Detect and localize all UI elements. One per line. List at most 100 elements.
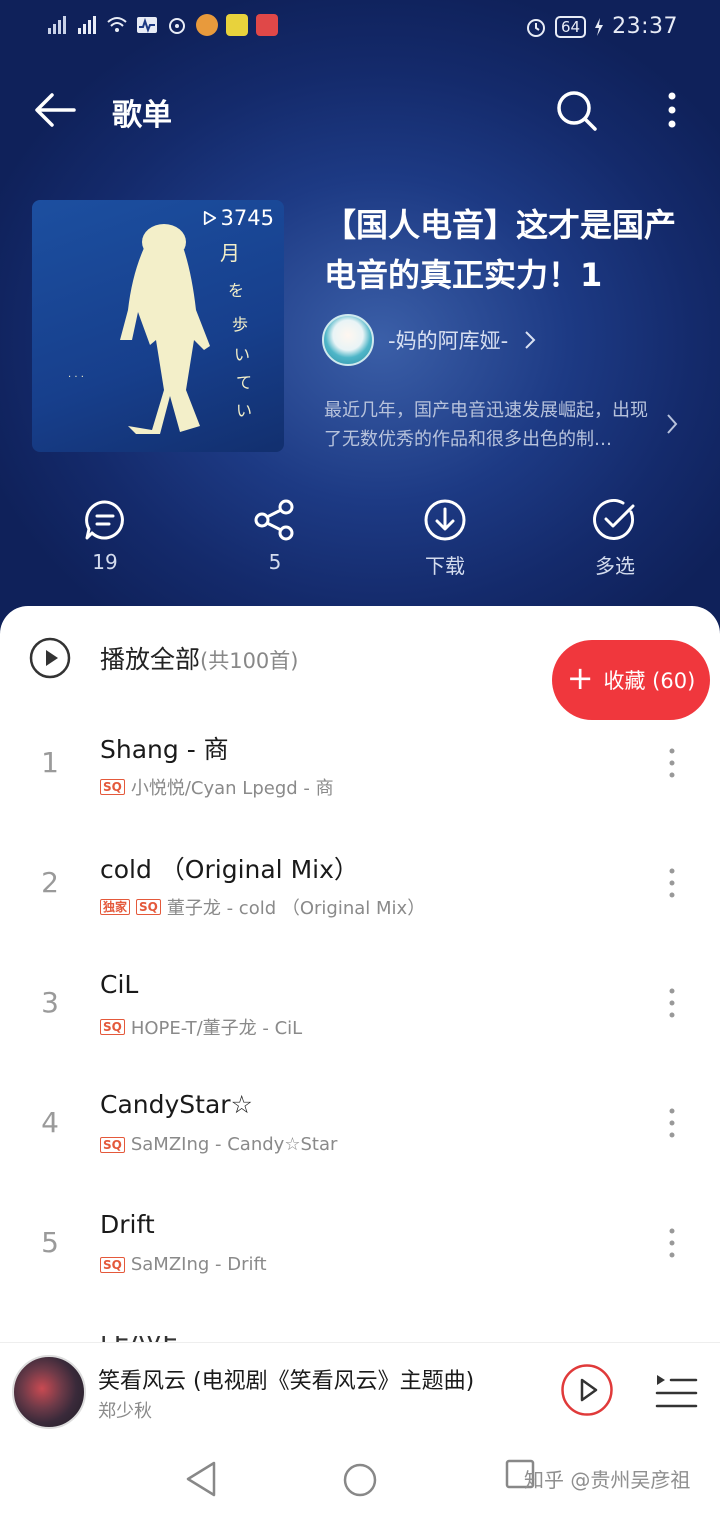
play-all-label[interactable]: 播放全部(共100首): [100, 640, 298, 676]
play-count-value: 3745: [220, 206, 274, 230]
play-button-icon[interactable]: [560, 1363, 614, 1417]
playlist-description[interactable]: 最近几年，国产电音迅速发展崛起，出现了无数优秀的作品和很多出色的制…: [324, 396, 652, 454]
comment-icon: [85, 500, 124, 540]
more-vertical-icon[interactable]: [664, 866, 680, 900]
svg-text:い: い: [236, 401, 252, 420]
song-index: 2: [41, 866, 59, 899]
creator-avatar: [322, 314, 374, 366]
battery-indicator: 64: [555, 15, 587, 38]
status-icons-left: [46, 14, 278, 36]
play-circle-icon[interactable]: [28, 636, 72, 680]
song-row[interactable]: 5 Drift SQ SaMZIng - Drift: [0, 1182, 720, 1302]
song-row[interactable]: 1 Shang - 商 SQ 小悦悦/Cyan Lpegd - 商: [0, 702, 720, 822]
song-row[interactable]: 2 cold （Original Mix） 独家 SQ 董子龙 - cold （…: [0, 822, 720, 942]
song-subtitle: SQ SaMZIng - Drift: [100, 1254, 267, 1275]
chevron-right-icon[interactable]: [664, 412, 680, 436]
multi-select-label: 多选: [595, 554, 635, 578]
svg-text:を: を: [228, 281, 244, 300]
cover-illustration: 月 を 歩 い て い · · ·: [68, 224, 252, 434]
back-arrow-icon[interactable]: [32, 88, 78, 132]
song-row[interactable]: 3 CiL SQ HOPE-T/董子龙 - CiL: [0, 942, 720, 1062]
song-title: CiL: [100, 970, 139, 999]
collect-label: 收藏 (60): [603, 669, 696, 693]
signal-4g-icon: [78, 16, 96, 34]
now-playing-artwork[interactable]: [12, 1355, 86, 1429]
more-vertical-icon[interactable]: [664, 746, 680, 780]
alarm-icon: [527, 18, 545, 37]
song-list-panel: 播放全部(共100首) + 收藏 (60) 1 Shang - 商 SQ 小悦悦…: [0, 606, 720, 1346]
sq-badge: SQ: [100, 1256, 125, 1273]
song-artist-album: 小悦悦/Cyan Lpegd - 商: [130, 778, 334, 799]
status-icons-right: 64 23:37: [525, 14, 678, 39]
app-notification-icon: [256, 14, 278, 36]
song-artist-album: 董子龙 - cold （Original Mix）: [166, 898, 426, 919]
charging-icon: [595, 17, 604, 36]
song-subtitle: 独家 SQ 董子龙 - cold （Original Mix）: [100, 894, 425, 920]
status-time: 23:37: [612, 14, 678, 39]
activity-icon: [137, 17, 157, 33]
song-subtitle: SQ SaMZIng - Candy☆Star: [100, 1134, 337, 1155]
mini-player[interactable]: 笑看风云 (电视剧《笑看风云》主题曲) 郑少秋: [0, 1342, 720, 1438]
song-index: 3: [41, 986, 59, 1019]
play-count: 3745: [203, 206, 274, 230]
action-row: 19 5 下载 多选: [0, 498, 720, 588]
top-navbar: 歌单: [0, 80, 720, 140]
share-count: 5: [268, 550, 282, 574]
sq-badge: SQ: [100, 779, 125, 795]
song-index: 1: [41, 746, 59, 779]
svg-text:て: て: [236, 373, 252, 392]
comment-count: 19: [92, 550, 118, 574]
song-index: 5: [41, 1226, 59, 1259]
more-vertical-icon[interactable]: [664, 986, 680, 1020]
play-count-icon: [203, 211, 216, 225]
now-playing-title: 笑看风云 (电视剧《笑看风云》主题曲): [98, 1369, 475, 1394]
download-button[interactable]: 下载: [385, 498, 505, 579]
more-vertical-icon[interactable]: [660, 86, 684, 134]
nav-home-icon[interactable]: [342, 1462, 378, 1498]
chevron-right-icon: [525, 331, 536, 349]
now-playing-artist: 郑少秋: [98, 1401, 152, 1422]
song-artist-album: HOPE-T/董子龙 - CiL: [130, 1018, 303, 1039]
sq-badge: SQ: [136, 899, 161, 915]
song-row[interactable]: 4 CandyStar☆ SQ SaMZIng - Candy☆Star: [0, 1062, 720, 1182]
playlist-title: 【国人电音】这才是国产电音的真正实力！1: [324, 206, 677, 294]
song-artist-album: SaMZIng - Drift: [130, 1254, 267, 1275]
song-list: 1 Shang - 商 SQ 小悦悦/Cyan Lpegd - 商 2 cold…: [0, 702, 720, 1302]
play-all-row[interactable]: 播放全部(共100首) + 收藏 (60): [0, 630, 720, 720]
svg-text:歩: 歩: [232, 315, 248, 334]
page-title: 歌单: [112, 98, 172, 133]
sq-badge: SQ: [100, 1136, 125, 1153]
song-artist-album: SaMZIng - Candy☆Star: [130, 1134, 338, 1155]
share-icon: [254, 499, 294, 541]
creator-link[interactable]: -妈的阿库娅-: [322, 314, 538, 366]
signal-icon: [48, 16, 66, 34]
playlist-header: 64 23:37 歌单 月 を 歩 い て い · · · 3745 【国人电音…: [0, 0, 720, 640]
playlist-queue-icon[interactable]: [654, 1371, 698, 1411]
song-title: Shang - 商: [100, 735, 229, 764]
sq-badge: SQ: [100, 1019, 125, 1035]
wifi-icon: [107, 17, 127, 32]
song-title: cold （Original Mix）: [100, 855, 359, 884]
comment-button[interactable]: 19: [45, 498, 165, 574]
download-icon: [424, 499, 466, 541]
more-vertical-icon[interactable]: [664, 1106, 680, 1140]
app-notification-icon: [226, 14, 248, 36]
song-title: CandyStar☆: [100, 1090, 253, 1119]
exclusive-badge: 独家: [100, 899, 131, 915]
download-label: 下载: [425, 554, 465, 578]
song-title: Drift: [100, 1210, 155, 1239]
weibo-icon: [169, 18, 185, 34]
share-button[interactable]: 5: [215, 498, 335, 574]
search-icon[interactable]: [552, 86, 600, 134]
multi-select-button[interactable]: 多选: [555, 498, 675, 579]
app-notification-icon: [196, 14, 218, 36]
system-navigation-bar: 知乎 @贵州吴彦祖: [0, 1440, 720, 1520]
more-vertical-icon[interactable]: [664, 1226, 680, 1260]
song-subtitle: SQ HOPE-T/董子龙 - CiL: [100, 1014, 302, 1040]
song-subtitle: SQ 小悦悦/Cyan Lpegd - 商: [100, 774, 334, 800]
playlist-cover[interactable]: 月 を 歩 い て い · · · 3745: [32, 200, 284, 452]
status-bar: 64 23:37: [0, 0, 720, 56]
multi-select-icon: [593, 498, 635, 540]
watermark: 知乎 @贵州吴彦祖: [524, 1468, 691, 1492]
nav-back-icon[interactable]: [184, 1460, 218, 1498]
